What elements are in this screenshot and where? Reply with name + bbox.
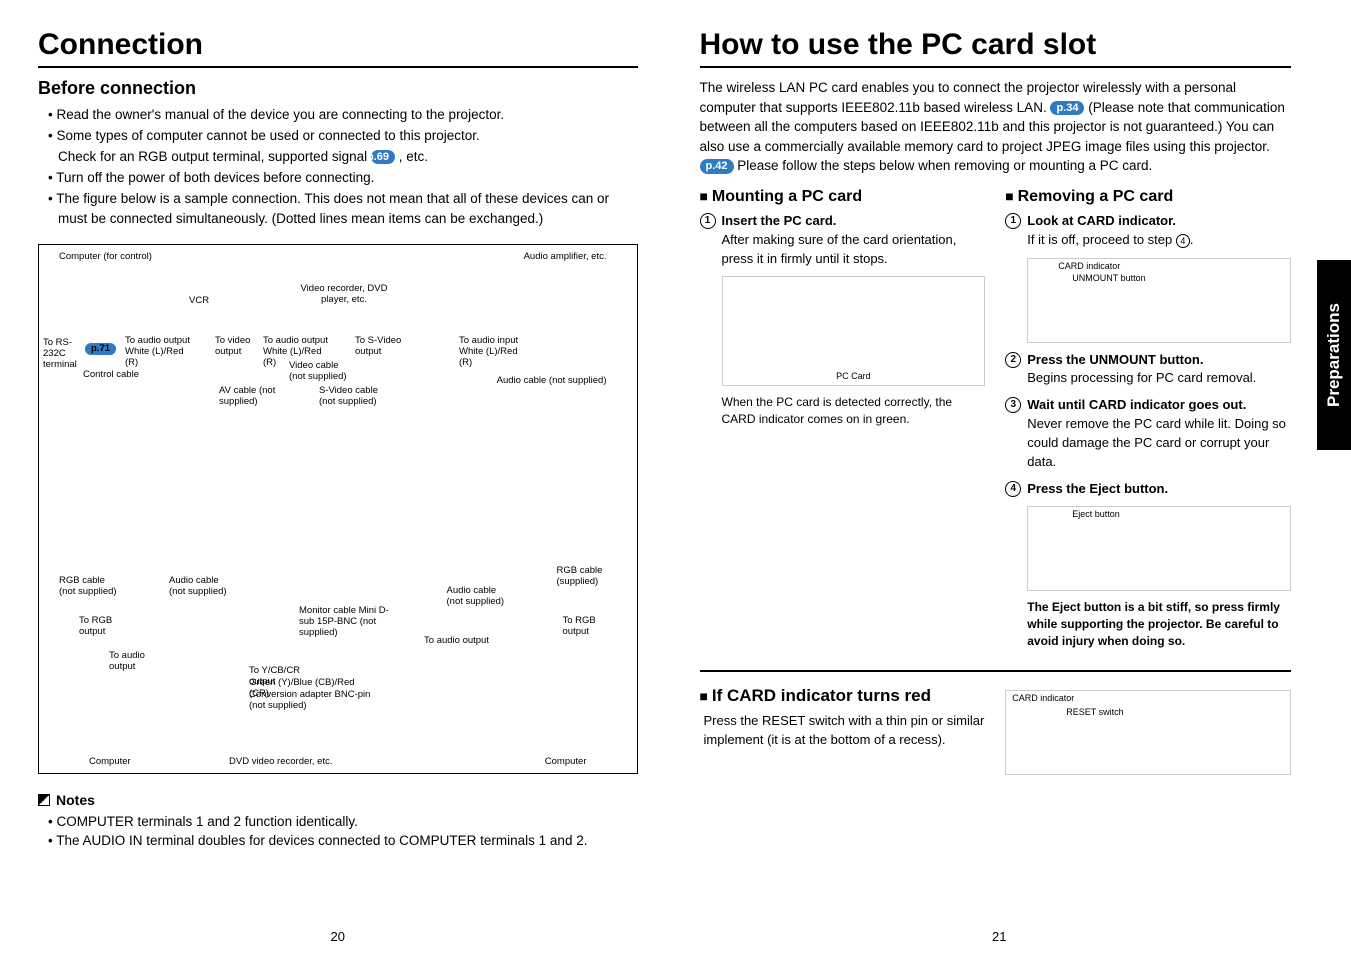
pc-card-intro: The wireless LAN PC card enables you to … bbox=[700, 78, 1292, 176]
remove-step3-num: 3 bbox=[1005, 397, 1021, 413]
dl-to-rgb-out-r: To RGB output bbox=[563, 615, 607, 637]
before-connection-list: Read the owner's manual of the device yo… bbox=[48, 105, 638, 230]
dl-video-recorder: Video recorder, DVD player, etc. bbox=[299, 283, 389, 305]
remove-step1-body-a: If it is off, proceed to step bbox=[1027, 232, 1172, 247]
dl-computer-r: Computer bbox=[545, 756, 587, 767]
eject-button-label: Eject button bbox=[1072, 509, 1120, 519]
notes-list: COMPUTER terminals 1 and 2 function iden… bbox=[48, 812, 638, 851]
reset-switch-label: RESET switch bbox=[1066, 707, 1123, 717]
red-body: Press the RESET switch with a thin pin o… bbox=[700, 712, 986, 750]
dl-to-rgb-out-l: To RGB output bbox=[79, 615, 123, 637]
mount-diagram: PC Card bbox=[722, 276, 986, 386]
card-indicator-label-2: CARD indicator bbox=[1012, 693, 1074, 703]
bullet-2c: , etc. bbox=[399, 149, 428, 164]
dl-conv-adapter: Conversion adapter BNC-pin (not supplied… bbox=[249, 689, 379, 711]
dl-computer-l: Computer bbox=[89, 756, 131, 767]
page-ref-p71[interactable]: p.71 bbox=[85, 343, 116, 355]
page-ref-p69[interactable]: p.69 bbox=[371, 150, 395, 164]
dl-rgb-cable-ns-l: RGB cable (not supplied) bbox=[59, 575, 119, 597]
remove-step3-title: Wait until CARD indicator goes out. bbox=[1027, 396, 1291, 415]
bullet-4: The figure below is a sample connection.… bbox=[48, 189, 638, 230]
dl-audio-cable-ns2: Audio cable (not supplied) bbox=[169, 575, 229, 597]
page-number-right: 21 bbox=[700, 929, 1300, 944]
mounting-heading: Mounting a PC card bbox=[700, 188, 986, 206]
dl-vcr: VCR bbox=[189, 295, 209, 306]
remove-step4-title: Press the Eject button. bbox=[1027, 480, 1291, 499]
dl-svideo-cable: S-Video cable (not supplied) bbox=[319, 385, 389, 407]
mount-step1-num: 1 bbox=[700, 213, 716, 229]
dl-control-cable: Control cable bbox=[83, 369, 139, 380]
bullet-2a: Some types of computer cannot be used or… bbox=[56, 128, 479, 143]
dl-dvd-recorder: DVD video recorder, etc. bbox=[229, 756, 333, 767]
bullet-3: Turn off the power of both devices befor… bbox=[48, 168, 638, 188]
dl-computer-control: Computer (for control) bbox=[59, 251, 152, 262]
intro-c: Please follow the steps below when remov… bbox=[737, 158, 1152, 173]
dl-rgb-cable-s: RGB cable (supplied) bbox=[557, 565, 607, 587]
pc-card-label: PC Card bbox=[723, 371, 985, 381]
page-ref-p34[interactable]: p.34 bbox=[1050, 101, 1084, 115]
separator bbox=[700, 670, 1292, 672]
bullet-2: Some types of computer cannot be used or… bbox=[48, 126, 638, 167]
dl-to-audio-out-r: To audio output bbox=[419, 635, 489, 646]
remove-step2-num: 2 bbox=[1005, 352, 1021, 368]
connection-diagram: Computer (for control) Audio amplifier, … bbox=[38, 244, 638, 774]
dl-video-out: To video output bbox=[215, 335, 253, 357]
dl-svideo-out: To S-Video output bbox=[355, 335, 405, 357]
dl-audio-in-wr: To audio input White (L)/Red (R) bbox=[459, 335, 529, 368]
page-ref-p42[interactable]: p.42 bbox=[700, 159, 734, 173]
connection-title: Connection bbox=[38, 28, 638, 68]
dl-video-cable: Video cable (not supplied) bbox=[289, 360, 349, 382]
note-2: The AUDIO IN terminal doubles for device… bbox=[48, 831, 638, 851]
note-1: COMPUTER terminals 1 and 2 function iden… bbox=[48, 812, 638, 832]
red-diagram: CARD indicator RESET switch bbox=[1005, 690, 1291, 775]
mount-step1-body: After making sure of the card orientatio… bbox=[722, 231, 986, 269]
notes-icon bbox=[38, 794, 50, 806]
dl-audio-amp: Audio amplifier, etc. bbox=[524, 251, 607, 262]
bullet-1: Read the owner's manual of the device yo… bbox=[48, 105, 638, 125]
remove-diagram-1: CARD indicator UNMOUNT button bbox=[1027, 258, 1291, 343]
remove-step3-body: Never remove the PC card while lit. Doin… bbox=[1027, 415, 1291, 472]
circled-4-ref: 4 bbox=[1176, 234, 1190, 248]
dl-audio-out-wr1: To audio output White (L)/Red (R) bbox=[125, 335, 195, 368]
pc-card-title: How to use the PC card slot bbox=[700, 28, 1292, 68]
red-heading: If CARD indicator turns red bbox=[700, 686, 986, 706]
remove-step1-body: If it is off, proceed to step 4. bbox=[1027, 231, 1291, 250]
dl-audio-cable-ns3: Audio cable (not supplied) bbox=[447, 585, 507, 607]
remove-step1-title: Look at CARD indicator. bbox=[1027, 212, 1291, 231]
bullet-2b: Check for an RGB output terminal, suppor… bbox=[58, 149, 367, 164]
remove-diagram-2: Eject button bbox=[1027, 506, 1291, 591]
dl-monitor-cable: Monitor cable Mini D-sub 15P-BNC (not su… bbox=[299, 605, 399, 638]
dl-av-cable: AV cable (not supplied) bbox=[219, 385, 279, 407]
dl-rs232c: To RS-232C terminal bbox=[43, 337, 83, 370]
remove-step2-body: Begins processing for PC card removal. bbox=[1027, 369, 1291, 388]
card-indicator-label-1: CARD indicator bbox=[1058, 261, 1120, 271]
remove-step2-title: Press the UNMOUNT button. bbox=[1027, 351, 1291, 370]
dl-to-audio-out-l: To audio output bbox=[109, 650, 149, 672]
remove-step1-num: 1 bbox=[1005, 213, 1021, 229]
page-number-left: 20 bbox=[38, 929, 638, 944]
mount-detected-caption: When the PC card is detected correctly, … bbox=[722, 394, 986, 428]
side-tab-preparations: Preparations bbox=[1317, 260, 1351, 450]
remove-step4-num: 4 bbox=[1005, 481, 1021, 497]
remove-step1-body-b: . bbox=[1190, 232, 1194, 247]
before-connection-heading: Before connection bbox=[38, 78, 638, 99]
notes-heading: Notes bbox=[56, 792, 95, 808]
removing-heading: Removing a PC card bbox=[1005, 188, 1291, 206]
eject-warning: The Eject button is a bit stiff, so pres… bbox=[1027, 599, 1291, 649]
unmount-button-label: UNMOUNT button bbox=[1072, 273, 1145, 283]
mount-step1-title: Insert the PC card. bbox=[722, 212, 986, 231]
dl-audio-cable-ns: Audio cable (not supplied) bbox=[497, 375, 607, 386]
